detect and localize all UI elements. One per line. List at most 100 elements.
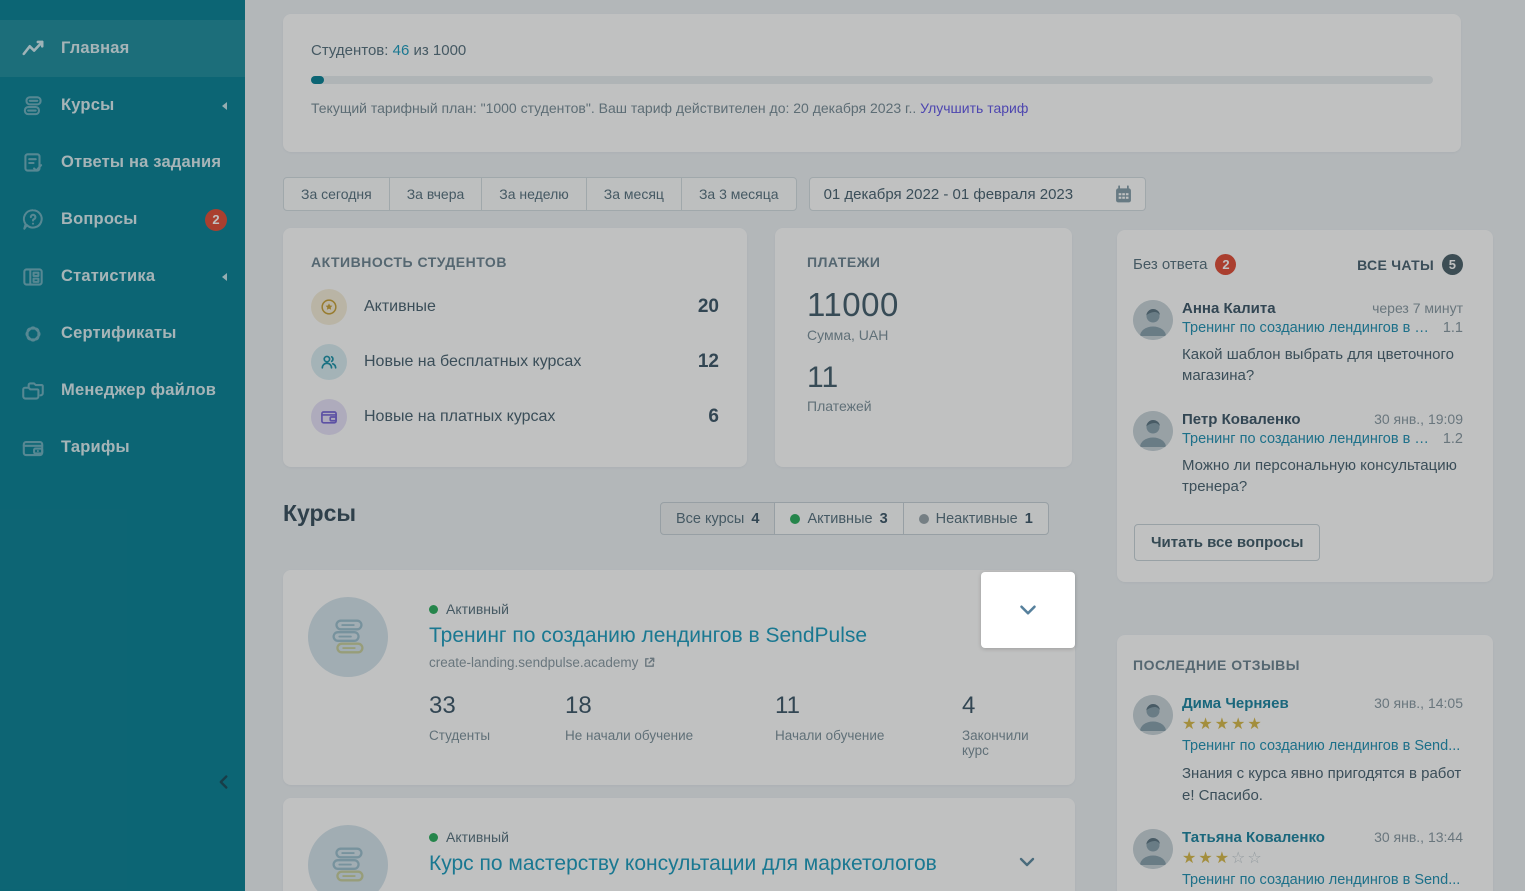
- chat-item[interactable]: Анна Калита через 7 минут Тренинг по соз…: [1133, 300, 1463, 386]
- sidebar-item-file-manager[interactable]: Менеджер файлов: [0, 362, 245, 419]
- active-status-dot: [429, 605, 438, 614]
- sidebar-collapse-button[interactable]: [210, 768, 238, 796]
- chat-author-name: Анна Калита: [1182, 300, 1276, 317]
- course-status: Активный: [429, 601, 1045, 617]
- activity-row-active: Активные 20: [311, 289, 719, 325]
- reviewer-name-link[interactable]: Татьяна Коваленко: [1182, 829, 1325, 846]
- stars-filled: ★★★: [1182, 850, 1231, 867]
- reviewer-name-link[interactable]: Дима Черняев: [1182, 695, 1289, 712]
- tab-label: Все курсы: [676, 511, 744, 527]
- chat-message: Какой шаблон выбрать для цветочного мага…: [1182, 345, 1463, 386]
- pricing-icon: [20, 435, 46, 461]
- course-title-link[interactable]: Курс по мастерству консультации для марк…: [429, 852, 1045, 876]
- period-yesterday-button[interactable]: За вчера: [389, 177, 483, 211]
- payments-amount: 11000: [807, 286, 1040, 324]
- date-range-value: 01 декабря 2022 - 01 февраля 2023: [824, 186, 1074, 203]
- course-expand-spotlight-button[interactable]: [981, 572, 1075, 648]
- tab-count: 1: [1025, 511, 1033, 527]
- review-course-link[interactable]: Тренинг по созданию лендингов в Send...: [1182, 872, 1463, 888]
- app-root: Главная Курсы Ответы на задания Вопросы …: [0, 0, 1525, 891]
- stat-value: 4: [962, 692, 1045, 720]
- tab-count: 3: [880, 511, 888, 527]
- active-status-dot: [790, 514, 800, 524]
- review-body: Дима Черняев 30 янв., 14:05 ★★★★★ Тренин…: [1182, 695, 1463, 807]
- period-button-group: За сегодня За вчера За неделю За месяц З…: [283, 177, 797, 211]
- payments-amount-label: Сумма, UAH: [807, 327, 1040, 343]
- chat-author-name: Петр Коваленко: [1182, 411, 1301, 428]
- sidebar-item-label: Менеджер файлов: [61, 381, 227, 400]
- plan-text: Текущий тарифный план: "1000 студентов".…: [311, 100, 916, 116]
- sidebar-item-courses[interactable]: Курсы: [0, 77, 245, 134]
- activity-row-new-paid: Новые на платных курсах 6: [311, 399, 719, 435]
- sidebar-item-home[interactable]: Главная: [0, 20, 245, 77]
- period-3months-button[interactable]: За 3 месяца: [681, 177, 797, 211]
- calendar-icon: [1113, 184, 1134, 205]
- course-card: Активный Курс по мастерству консультации…: [283, 798, 1075, 891]
- sidebar-item-pricing[interactable]: Тарифы: [0, 419, 245, 476]
- sidebar-item-label: Главная: [61, 39, 227, 58]
- activity-row-label: Новые на бесплатных курсах: [364, 353, 698, 371]
- tab-all-courses[interactable]: Все курсы 4: [660, 502, 775, 535]
- course-books-icon: [308, 825, 388, 891]
- certificates-icon: [20, 321, 46, 347]
- activity-row-value: 12: [698, 351, 719, 373]
- inactive-status-dot: [919, 514, 929, 524]
- all-chats-link[interactable]: ВСЕ ЧАТЫ 5: [1357, 254, 1463, 275]
- sidebar-item-label: Курсы: [61, 96, 222, 115]
- student-activity-card: АКТИВНОСТЬ СТУДЕНТОВ Активные 20 Новые н…: [283, 228, 747, 467]
- payments-count-label: Платежей: [807, 398, 1040, 414]
- course-status: Активный: [429, 829, 1045, 845]
- external-link-icon[interactable]: [643, 656, 656, 669]
- chat-item[interactable]: Петр Коваленко 30 янв., 19:09 Тренинг по…: [1133, 411, 1463, 497]
- pulse-icon: [20, 36, 46, 62]
- activity-row-label: Активные: [364, 298, 698, 316]
- chat-body: Петр Коваленко 30 янв., 19:09 Тренинг по…: [1182, 411, 1463, 497]
- period-filter-row: За сегодня За вчера За неделю За месяц З…: [283, 177, 1146, 211]
- unanswered-label: Без ответа: [1133, 256, 1207, 273]
- course-url: create-landing.sendpulse.academy: [429, 655, 1045, 670]
- period-week-button[interactable]: За неделю: [481, 177, 587, 211]
- tab-active-courses[interactable]: Активные 3: [774, 502, 903, 535]
- sidebar-item-statistics[interactable]: Статистика: [0, 248, 245, 305]
- review-item[interactable]: Дима Черняев 30 янв., 14:05 ★★★★★ Тренин…: [1133, 695, 1463, 807]
- activity-row-new-free: Новые на бесплатных курсах 12: [311, 344, 719, 380]
- courses-filter-tabs: Все курсы 4 Активные 3 Неактивные 1: [660, 502, 1049, 535]
- students-progress-fill: [311, 76, 324, 84]
- students-total: из 1000: [413, 42, 466, 59]
- sidebar: Главная Курсы Ответы на задания Вопросы …: [0, 0, 245, 891]
- courses-icon: [20, 93, 46, 119]
- upgrade-plan-link[interactable]: Улучшить тариф: [920, 100, 1028, 116]
- review-item[interactable]: Татьяна Коваленко 30 янв., 13:44 ★★★☆☆ Т…: [1133, 829, 1463, 888]
- stat-students: 33 Студенты: [429, 692, 565, 758]
- all-chats-label: ВСЕ ЧАТЫ: [1357, 257, 1434, 273]
- submenu-collapse-icon: [222, 102, 227, 110]
- avatar: [1133, 411, 1173, 451]
- courses-section-title: Курсы: [283, 500, 356, 527]
- period-today-button[interactable]: За сегодня: [283, 177, 390, 211]
- tab-count: 4: [751, 511, 759, 527]
- stat-label: Не начали обучение: [565, 728, 775, 743]
- sidebar-item-certificates[interactable]: Сертификаты: [0, 305, 245, 362]
- review-body: Татьяна Коваленко 30 янв., 13:44 ★★★☆☆ Т…: [1182, 829, 1463, 888]
- read-all-questions-button[interactable]: Читать все вопросы: [1134, 524, 1320, 561]
- sidebar-item-questions[interactable]: Вопросы 2: [0, 191, 245, 248]
- chevron-down-icon: [1015, 597, 1041, 623]
- sidebar-item-label: Сертификаты: [61, 324, 227, 343]
- sidebar-item-assignments[interactable]: Ответы на задания: [0, 134, 245, 191]
- tab-inactive-courses[interactable]: Неактивные 1: [903, 502, 1049, 535]
- course-expand-button[interactable]: [1015, 850, 1039, 879]
- stat-label: Закончили курс: [962, 728, 1045, 758]
- chevron-down-icon: [1015, 850, 1039, 874]
- unanswered-filter[interactable]: Без ответа 2: [1133, 254, 1236, 275]
- course-title-link[interactable]: Тренинг по созданию лендингов в SendPuls…: [429, 624, 1045, 648]
- chat-course-link[interactable]: Тренинг по созданию лендингов в S...: [1182, 431, 1433, 447]
- chat-course-link[interactable]: Тренинг по созданию лендингов в S...: [1182, 320, 1433, 336]
- period-month-button[interactable]: За месяц: [586, 177, 682, 211]
- stat-label: Студенты: [429, 728, 565, 743]
- date-range-picker[interactable]: 01 декабря 2022 - 01 февраля 2023: [809, 177, 1146, 211]
- unanswered-count-badge: 2: [1215, 254, 1236, 275]
- review-course-link[interactable]: Тренинг по созданию лендингов в Send...: [1182, 738, 1463, 754]
- star-rating: ★★★☆☆: [1182, 848, 1463, 868]
- stat-started: 11 Начали обучение: [775, 692, 962, 758]
- chat-chapter-number: 1.2: [1443, 431, 1463, 447]
